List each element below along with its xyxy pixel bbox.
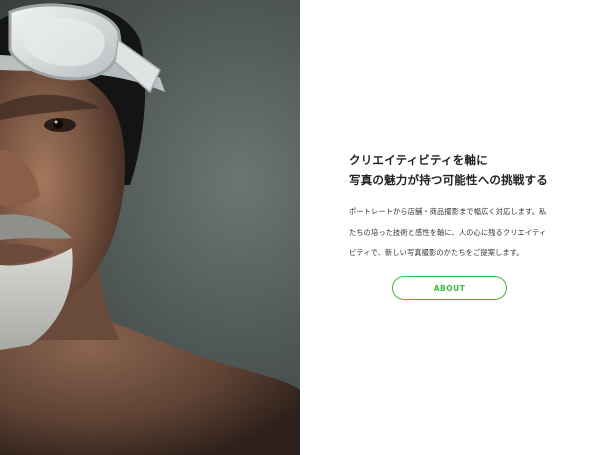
heading-line-2: 写真の魅力が持つ可能性への挑戦する	[349, 173, 548, 187]
intro-paragraph: ポートレートから店舗・商品撮影まで幅広く対応します。私 たちの培った技術と感性を…	[349, 202, 589, 264]
page: クリエイティビティを軸に 写真の魅力が持つ可能性への挑戦する ポートレートから店…	[0, 0, 600, 455]
content-panel: クリエイティビティを軸に 写真の魅力が持つ可能性への挑戦する ポートレートから店…	[300, 0, 600, 455]
portrait-photo	[0, 0, 300, 455]
intro-line-3: ビティで、新しい写真撮影のかたちをご提案します。	[349, 248, 524, 257]
intro-line-1: ポートレートから店舗・商品撮影まで幅広く対応します。私	[349, 207, 547, 216]
intro-line-2: たちの培った技術と感性を軸に、人の心に残るクリエイティ	[349, 227, 547, 237]
portrait-illustration	[0, 3, 300, 455]
page-heading: クリエイティビティを軸に 写真の魅力が持つ可能性への挑戦する	[349, 150, 589, 190]
about-button[interactable]: ABOUT	[392, 276, 507, 300]
heading-line-1: クリエイティビティを軸に	[349, 153, 488, 167]
